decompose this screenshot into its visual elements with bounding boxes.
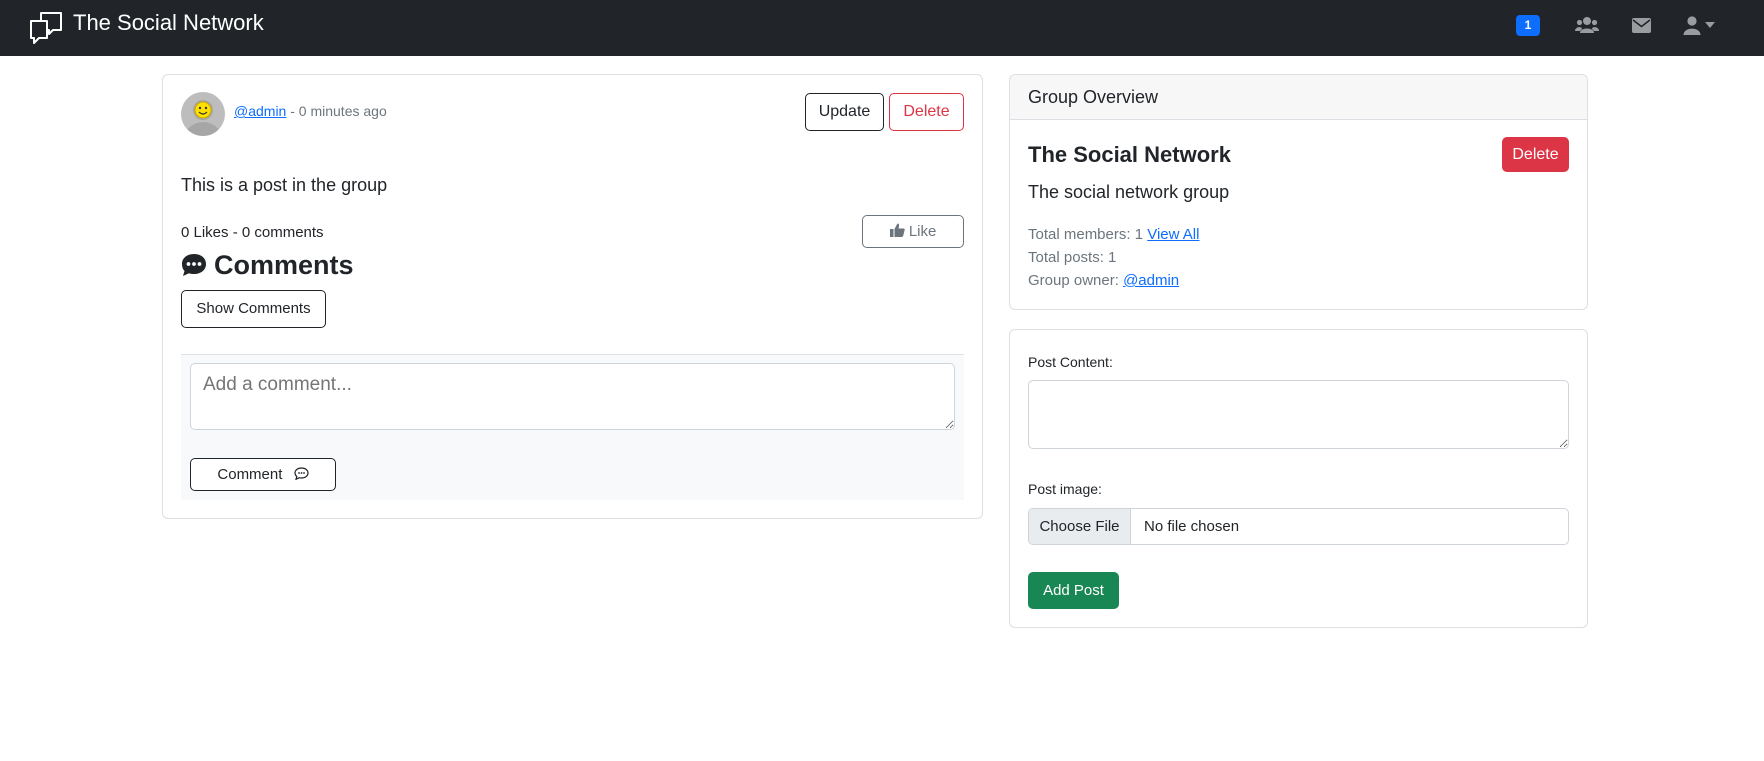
like-label: Like (908, 223, 937, 240)
navbar: The Social Network 1 (0, 0, 1764, 56)
avatar[interactable] (181, 92, 225, 136)
chat-icon (293, 467, 309, 481)
user-icon (1683, 15, 1701, 35)
brand-title[interactable]: The Social Network (73, 10, 264, 36)
delete-group-button[interactable]: Delete (1502, 137, 1569, 172)
view-all-members-link[interactable]: View All (1147, 226, 1199, 243)
group-description: The social network group (1028, 182, 1230, 202)
comment-input[interactable] (190, 363, 955, 430)
comment-dots-icon (182, 254, 206, 276)
group-owner-link[interactable]: @admin (1123, 272, 1179, 289)
caret-down-icon (1705, 22, 1715, 28)
comment-submit-button[interactable]: Comment (190, 458, 336, 491)
post-content-label: Post Content: (1028, 354, 1113, 370)
post-content: This is a post in the group (181, 175, 388, 195)
brand-logo[interactable] (28, 8, 64, 48)
post-content-input[interactable] (1028, 380, 1569, 449)
add-post-button[interactable]: Add Post (1028, 572, 1119, 609)
group-posts-count: Total posts: 1 (1028, 249, 1117, 266)
group-name: The Social Network (1028, 142, 1231, 167)
user-menu-toggle[interactable] (1683, 14, 1715, 36)
group-members: Total members: 1 View All (1028, 226, 1199, 244)
update-post-button[interactable]: Update (805, 93, 884, 131)
users-icon[interactable] (1575, 14, 1599, 36)
post-image-label: Post image: (1028, 481, 1102, 497)
comments-heading: Comments (181, 248, 354, 282)
file-input-status: No file chosen (1144, 518, 1240, 535)
comment-submit-label: Comment (217, 466, 283, 483)
group-overview-title: Group Overview (1028, 87, 1159, 107)
choose-file-button[interactable]: Choose File (1029, 509, 1131, 544)
post-time: - 0 minutes ago (286, 103, 387, 119)
thumbs-up-icon (889, 223, 905, 237)
comments-heading-text: Comments (214, 250, 354, 280)
like-button[interactable]: Like (862, 215, 964, 248)
chat-bubbles-icon (30, 12, 62, 44)
group-owner: Group owner: @admin (1028, 272, 1179, 290)
post-stats: 0 Likes - 0 comments (181, 224, 324, 241)
post-image-file-input[interactable]: Choose File No file chosen (1028, 508, 1569, 545)
show-comments-button[interactable]: Show Comments (181, 290, 326, 328)
post-meta: @admin - 0 minutes ago (234, 102, 387, 120)
post-author-link[interactable]: @admin (234, 103, 286, 119)
envelope-icon[interactable] (1632, 14, 1651, 36)
delete-post-button[interactable]: Delete (889, 93, 964, 131)
notification-badge[interactable]: 1 (1516, 15, 1540, 36)
group-members-label: Total members: 1 (1028, 226, 1144, 243)
group-owner-label: Group owner: (1028, 272, 1119, 289)
